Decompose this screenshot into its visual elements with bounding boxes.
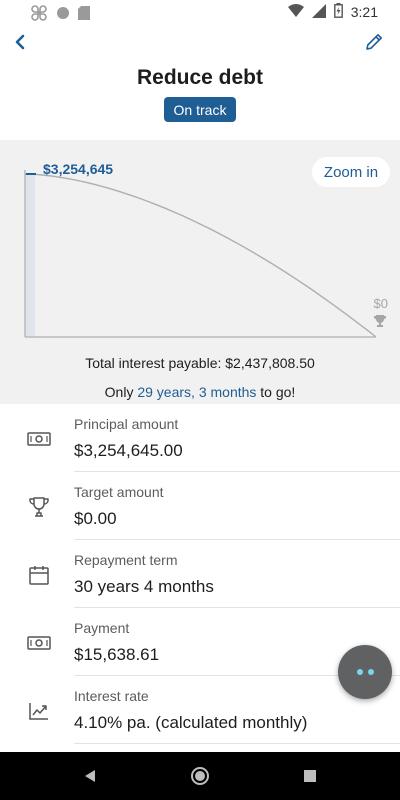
trophy-icon xyxy=(374,315,386,327)
status-bar: 3:21 xyxy=(0,0,400,24)
clock: 3:21 xyxy=(350,4,378,20)
list-item-repayment-term[interactable]: Repayment term 30 years 4 months xyxy=(0,540,400,608)
detail-value: $3,254,645.00 xyxy=(74,441,183,460)
detail-label: Principal amount xyxy=(74,416,179,432)
home-circle-icon xyxy=(191,767,209,785)
divider xyxy=(74,743,400,744)
more-dots-icon xyxy=(367,669,374,675)
chart-panel: $3,254,645 Zoom in $0 Total interest pay… xyxy=(0,140,400,404)
signal-icon xyxy=(311,3,326,21)
detail-label: Interest rate xyxy=(74,688,149,704)
list-item-principal[interactable]: Principal amount $3,254,645.00 xyxy=(0,404,400,472)
detail-label: Target amount xyxy=(74,484,164,500)
debt-curve xyxy=(24,173,377,338)
trophy-icon xyxy=(26,494,52,520)
circle-icon xyxy=(56,6,70,25)
cash-icon xyxy=(26,630,52,656)
more-actions-button[interactable] xyxy=(338,645,392,699)
edit-button[interactable] xyxy=(360,28,388,56)
app-bar xyxy=(0,24,400,60)
nav-recents-button[interactable] xyxy=(298,764,322,788)
calendar-icon xyxy=(26,562,52,588)
goal-details-list: Principal amount $3,254,645.00 Target am… xyxy=(0,404,400,744)
remaining-prefix: Only xyxy=(104,384,138,400)
battery-icon xyxy=(333,3,343,21)
chevron-left-icon xyxy=(15,34,25,50)
cash-icon xyxy=(26,426,52,452)
detail-label: Repayment term xyxy=(74,552,178,568)
list-item-interest-rate[interactable]: Interest rate 4.10% pa. (calculated mont… xyxy=(0,676,400,744)
time-remaining-text: Only 29 years, 3 months to go! xyxy=(0,384,400,400)
chart-start-band xyxy=(25,174,35,337)
detail-value: $15,638.61 xyxy=(74,645,160,664)
total-interest-text: Total interest payable: $2,437,808.50 xyxy=(85,355,315,371)
detail-label: Payment xyxy=(74,620,130,636)
pencil-icon xyxy=(366,34,382,50)
chart-end-label: $0 xyxy=(373,296,388,311)
list-item-target[interactable]: Target amount $0.00 xyxy=(0,472,400,540)
chart-start-label: $3,254,645 xyxy=(43,161,114,177)
triangle-back-icon xyxy=(85,770,95,782)
system-nav-bar xyxy=(0,752,400,800)
zoom-in-button[interactable]: Zoom in xyxy=(312,157,390,187)
detail-value: $0.00 xyxy=(74,509,117,528)
nav-back-button[interactable] xyxy=(78,764,102,788)
detail-value: 30 years 4 months xyxy=(74,577,214,596)
sd-card-icon xyxy=(78,6,90,25)
square-recents-icon xyxy=(304,770,316,782)
wifi-icon xyxy=(287,3,304,21)
detail-value: 4.10% pa. (calculated monthly) xyxy=(74,713,308,732)
more-dots-icon xyxy=(356,669,363,675)
remaining-duration: 29 years, 3 months xyxy=(137,384,257,400)
back-button[interactable] xyxy=(8,30,32,54)
trending-up-icon xyxy=(26,698,52,724)
page-title: Reduce debt xyxy=(136,66,264,89)
status-badge: On track xyxy=(164,97,236,122)
nav-home-button[interactable] xyxy=(188,764,212,788)
remaining-suffix: to go! xyxy=(256,384,296,400)
